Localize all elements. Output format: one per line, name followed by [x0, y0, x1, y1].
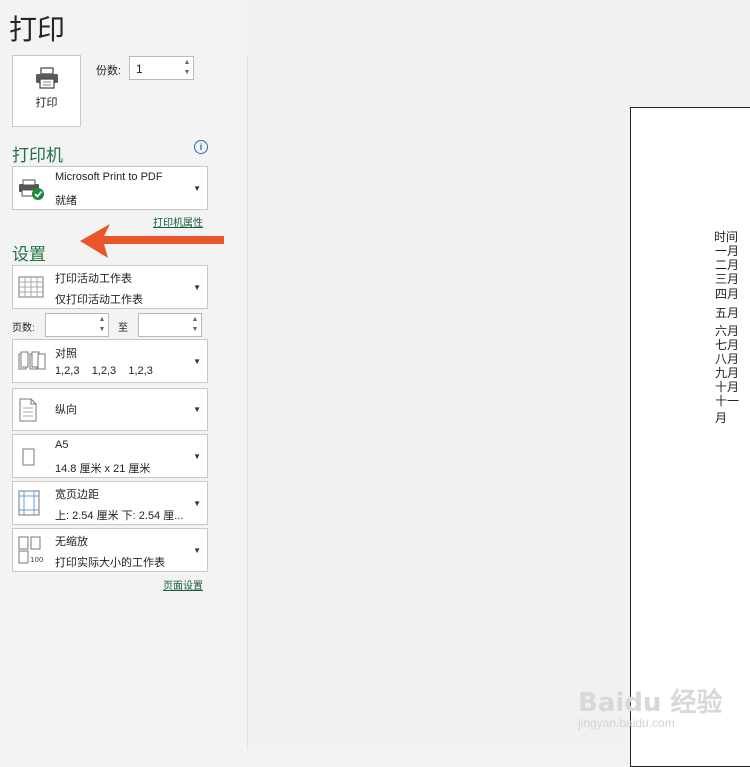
copies-spin-down-icon[interactable]: ▼: [182, 69, 192, 77]
svg-text:100: 100: [30, 556, 43, 564]
chevron-down-icon: ▼: [193, 283, 201, 292]
margins-subtitle: 上: 2.54 厘米 下: 2.54 厘...: [55, 510, 184, 522]
chevron-down-icon: ▼: [193, 184, 201, 193]
printer-status: 就绪: [55, 195, 77, 207]
pages-from-spin-up-icon[interactable]: ▲: [97, 316, 107, 324]
paper-size-select[interactable]: A5 14.8 厘米 x 21 厘米 ▼: [12, 434, 208, 478]
chevron-down-icon: ▼: [193, 405, 201, 414]
chevron-down-icon: ▼: [193, 499, 201, 508]
pages-label: 页数:: [12, 323, 35, 334]
preview-page: [630, 107, 750, 767]
annotation-arrow-icon: [80, 224, 224, 258]
pages-to-spin-up-icon[interactable]: ▲: [190, 316, 200, 324]
scaling-title: 无缩放: [55, 536, 88, 548]
paper-size-subtitle: 14.8 厘米 x 21 厘米: [55, 463, 151, 475]
watermark-logo: Baidu 经验: [578, 688, 723, 718]
watermark-url: jingyan.baidu.com: [578, 716, 675, 730]
print-scope-select[interactable]: 打印活动工作表 仅打印活动工作表 ▼: [12, 265, 208, 309]
collate-subtitle: 1,2,3 1,2,3 1,2,3: [55, 365, 153, 377]
paper-size-title: A5: [55, 439, 69, 451]
preview-month: 五月: [715, 306, 740, 320]
page-title: 打印: [9, 13, 66, 46]
margins-icon: [18, 490, 40, 516]
orientation-select[interactable]: 纵向 ▼: [12, 388, 208, 431]
print-button-label: 打印: [35, 97, 58, 109]
pages-to-spin-down-icon[interactable]: ▼: [190, 326, 200, 334]
chevron-down-icon: ▼: [193, 357, 201, 366]
chevron-down-icon: ▼: [193, 452, 201, 461]
pdf-printer-icon: [19, 179, 44, 200]
pages-to-label: 至: [118, 323, 128, 334]
collate-title: 对照: [55, 348, 77, 360]
portrait-page-icon: [19, 398, 37, 422]
sheet-grid-icon: [18, 276, 44, 298]
pages-from-spin-down-icon[interactable]: ▼: [97, 326, 107, 334]
copies-spin-up-icon[interactable]: ▲: [182, 59, 192, 67]
print-button[interactable]: 打印: [12, 55, 81, 127]
scaling-subtitle: 打印实际大小的工作表: [55, 557, 165, 569]
margins-title: 宽页边距: [55, 489, 99, 501]
print-scope-title: 打印活动工作表: [55, 273, 132, 285]
collate-select[interactable]: 对照 1,2,3 1,2,3 1,2,3 ▼: [12, 339, 208, 383]
margins-select[interactable]: 宽页边距 上: 2.54 厘米 下: 2.54 厘... ▼: [12, 481, 208, 525]
scaling-select[interactable]: 100 无缩放 打印实际大小的工作表 ▼: [12, 528, 208, 572]
info-icon[interactable]: i: [194, 140, 208, 154]
printer-select[interactable]: Microsoft Print to PDF 就绪 ▼: [12, 166, 208, 210]
preview-month: 十一月: [715, 394, 740, 425]
print-settings-panel: 打印 打印 份数: 1 ▲ ▼ 打印机 i Microsoft Print to…: [0, 0, 247, 750]
printer-name: Microsoft Print to PDF: [55, 171, 163, 183]
print-scope-subtitle: 仅打印活动工作表: [55, 294, 143, 306]
copies-label: 份数:: [96, 65, 122, 77]
preview-month: 四月: [715, 287, 740, 301]
chevron-down-icon: ▼: [193, 546, 201, 555]
printer-section-title: 打印机: [12, 146, 63, 166]
settings-section-title: 设置: [12, 245, 46, 265]
scaling-icon: 100: [18, 536, 43, 564]
orientation-title: 纵向: [55, 404, 77, 416]
collate-icon: [18, 351, 46, 370]
page-setup-link[interactable]: 页面设置: [163, 577, 203, 592]
printer-icon: [36, 67, 58, 89]
paper-size-icon: [22, 448, 35, 466]
